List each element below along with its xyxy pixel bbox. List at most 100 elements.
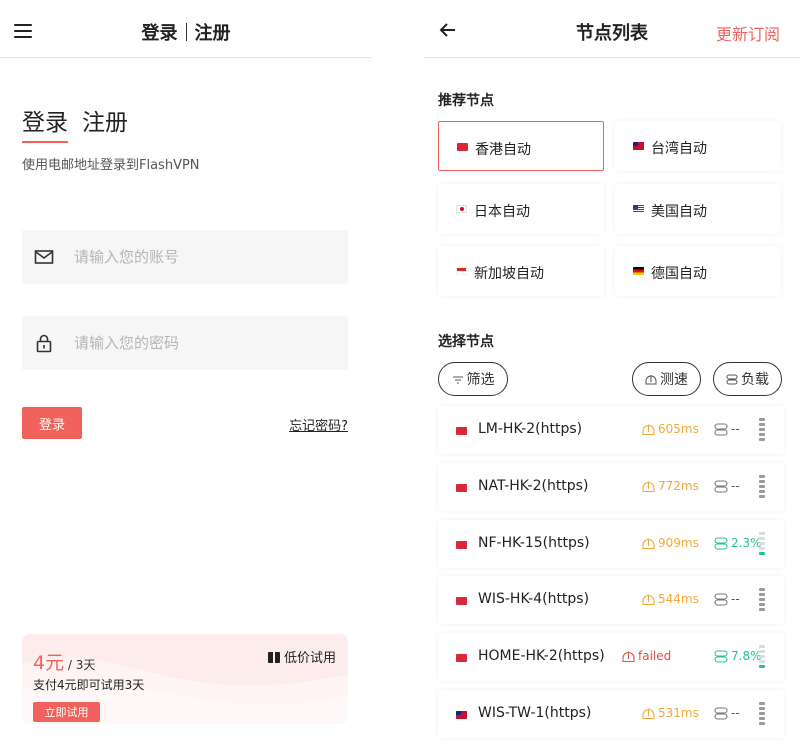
speed-icon (642, 594, 655, 606)
node-latency-value: 909ms (658, 536, 699, 550)
recommended-node[interactable]: 香港自动 (438, 121, 604, 171)
node-latency-value: failed (638, 649, 672, 663)
low-price-trial-label[interactable]: 低价试用 (267, 647, 336, 666)
server-icon (714, 707, 728, 720)
node-row[interactable]: WIS-TW-1(https) 531ms -- (438, 690, 784, 738)
signal-bar (759, 438, 765, 441)
recommended-node[interactable]: 美国自动 (615, 184, 781, 234)
node-load: -- (714, 422, 740, 436)
update-subscription-button[interactable]: 更新订阅 (716, 21, 780, 45)
node-row[interactable]: NF-HK-15(https) 909ms 2.3% (438, 520, 784, 568)
flag-icon (457, 143, 468, 151)
speed-icon (642, 481, 655, 493)
flag-icon (633, 267, 644, 275)
server-icon (714, 423, 728, 436)
node-load: -- (714, 479, 740, 493)
signal-bar (759, 552, 765, 555)
signal-bar (759, 645, 765, 648)
server-icon (714, 537, 728, 550)
node-list-header: 节点列表 更新订阅 (424, 0, 800, 58)
recommended-node[interactable]: 台湾自动 (615, 121, 781, 171)
node-latency: 605ms (642, 422, 699, 436)
recommended-node-name: 日本自动 (474, 204, 530, 220)
node-row[interactable]: HOME-HK-2(https) failed 7.8% (438, 633, 784, 681)
recommended-node-name: 美国自动 (651, 204, 707, 220)
signal-strength (759, 645, 765, 669)
signal-bar (759, 485, 765, 488)
node-load: -- (714, 706, 740, 720)
node-latency-value: 544ms (658, 592, 699, 606)
try-now-button[interactable]: 立即试用 (33, 702, 100, 722)
account-field[interactable] (22, 230, 348, 284)
recommended-node[interactable]: 日本自动 (438, 184, 604, 234)
tab-register[interactable]: 注册 (82, 103, 128, 137)
signal-bar (759, 480, 765, 483)
filter-button[interactable]: 筛选 (438, 362, 508, 396)
select-node-title: 选择节点 (438, 334, 494, 350)
login-button[interactable]: 登录 (22, 407, 82, 439)
recommended-node-name: 新加坡自动 (474, 266, 544, 282)
load-button[interactable]: 负载 (713, 362, 782, 396)
speed-icon (642, 424, 655, 436)
recommended-node[interactable]: 德国自动 (615, 246, 781, 296)
flag-icon (456, 484, 467, 492)
speed-test-button[interactable]: 测速 (632, 362, 701, 396)
speed-icon (622, 651, 635, 663)
signal-bar (759, 712, 765, 715)
header-login-label[interactable]: 登录 (142, 23, 178, 44)
recommended-node-name: 德国自动 (651, 266, 707, 282)
trial-period: / 3天 (64, 658, 96, 672)
node-list-screen: 节点列表 更新订阅 推荐节点 香港自动 台湾自动日本自动 美国自动新加坡自动 德国自动… (424, 0, 800, 745)
signal-bar (759, 650, 765, 653)
speed-icon (645, 375, 657, 385)
signal-strength (759, 418, 765, 442)
server-icon (714, 650, 728, 663)
signal-bar (759, 588, 765, 591)
flag-icon (456, 541, 467, 549)
speed-icon (642, 708, 655, 720)
password-input[interactable] (74, 316, 334, 370)
load-label: 负载 (741, 372, 769, 388)
node-latency: 909ms (642, 536, 699, 550)
flag-icon (633, 205, 644, 213)
recommended-title: 推荐节点 (438, 93, 494, 109)
flag-icon (456, 267, 467, 275)
signal-bar (759, 547, 765, 550)
node-latency: 544ms (642, 592, 699, 606)
node-row[interactable]: WIS-HK-4(https) 544ms -- (438, 576, 784, 624)
node-load: 2.3% (714, 536, 762, 550)
flag-icon (456, 654, 467, 662)
speed-test-label: 测速 (660, 372, 688, 388)
lock-icon (36, 334, 52, 353)
gift-icon (267, 652, 280, 663)
node-row[interactable]: NAT-HK-2(https) 772ms -- (438, 463, 784, 511)
header-register-label[interactable]: 注册 (195, 23, 231, 44)
signal-bar (759, 608, 765, 611)
node-row[interactable]: LM-HK-2(https) 605ms -- (438, 406, 784, 454)
trial-description: 支付4元即可试用3天 (33, 678, 145, 692)
header-divider (185, 23, 187, 41)
signal-bar (759, 423, 765, 426)
tab-login[interactable]: 登录 (22, 103, 68, 143)
gift-label: 低价试用 (283, 651, 336, 666)
signal-strength (759, 588, 765, 612)
node-name: NF-HK-15(https) (478, 535, 590, 551)
password-field[interactable] (22, 316, 348, 370)
signal-bar (759, 717, 765, 720)
recommended-node-name: 台湾自动 (651, 141, 707, 157)
signal-bar (759, 598, 765, 601)
node-name: HOME-HK-2(https) (478, 648, 605, 664)
server-icon (714, 593, 728, 606)
signal-bar (759, 660, 765, 663)
trial-banner[interactable]: 4元 / 3天 支付4元即可试用3天 立即试用 低价试用 (22, 634, 348, 724)
flag-icon (456, 711, 467, 719)
login-header: 登录 注册 (0, 0, 372, 58)
forgot-password-link[interactable]: 忘记密码? (289, 415, 348, 434)
signal-strength (759, 532, 765, 556)
recommended-node[interactable]: 新加坡自动 (438, 246, 604, 296)
node-name: LM-HK-2(https) (478, 421, 583, 437)
node-name: WIS-HK-4(https) (478, 591, 590, 607)
speed-icon (642, 538, 655, 550)
account-input[interactable] (74, 230, 334, 284)
node-load-value: 2.3% (731, 536, 762, 550)
